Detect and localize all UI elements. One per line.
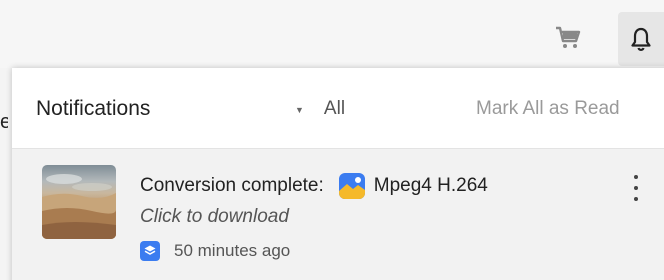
notification-time-row: 50 minutes ago	[140, 241, 290, 261]
mark-all-read-button[interactable]: Mark All as Read	[476, 98, 620, 120]
notification-item[interactable]: Conversion complete: Mpeg4 H.264 Click t…	[12, 149, 664, 280]
layers-icon	[140, 241, 160, 261]
notifications-bell-button[interactable]	[618, 12, 664, 66]
notifications-header: Notifications ▼ All Mark All as Read	[12, 68, 664, 149]
notification-format: Mpeg4 H.264	[373, 175, 488, 196]
notification-title-row: Conversion complete: Mpeg4 H.264	[140, 172, 488, 200]
notifications-panel: Notifications ▼ All Mark All as Read Con…	[12, 68, 664, 280]
notification-filter-dropdown[interactable]: ▼ All	[295, 98, 345, 120]
notification-title: Conversion complete:	[140, 175, 324, 196]
notification-timestamp: 50 minutes ago	[174, 241, 291, 260]
more-vertical-icon[interactable]	[628, 175, 644, 201]
background-text-fragment: e	[0, 112, 8, 132]
download-link[interactable]: Click to download	[140, 206, 289, 228]
caret-down-icon: ▼	[295, 105, 304, 115]
image-format-icon	[338, 173, 365, 199]
shopping-cart-icon	[556, 26, 581, 48]
page: e Notifications ▼ All Mark All as Read C…	[0, 0, 664, 280]
cart-button[interactable]	[548, 18, 588, 58]
bell-icon	[631, 27, 651, 51]
landscape-thumbnail	[42, 165, 116, 239]
filter-selected-value: All	[323, 98, 346, 119]
notifications-title: Notifications	[36, 97, 151, 120]
top-bar	[0, 0, 664, 68]
